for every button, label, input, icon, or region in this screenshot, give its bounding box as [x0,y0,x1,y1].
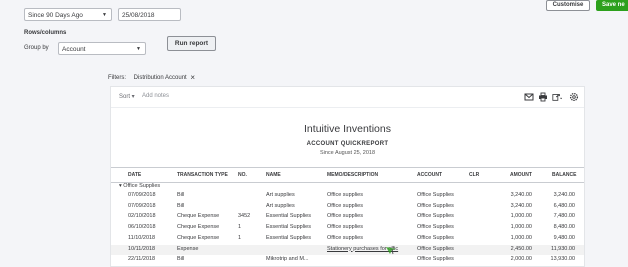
run-report-button[interactable]: Run report [167,36,216,51]
sort-dropdown[interactable]: Sort ▾ [119,93,135,100]
add-notes-link[interactable]: Add notes [142,93,169,99]
group-by-select[interactable]: Account ▼ [58,42,146,55]
settings-icon[interactable] [569,92,579,102]
col-account[interactable]: ACCOUNT [417,172,442,178]
report-period-select[interactable]: Since 90 Days Ago ▼ [24,8,112,21]
cell-date: 07/09/2018 [128,202,156,209]
cell-no: 3452 [238,213,251,220]
cell-memo[interactable]: Office supplies [327,213,363,219]
cell-amount: 1,000.00 [510,213,532,220]
export-icon[interactable] [552,92,562,102]
date-input[interactable]: 25/08/2018 [118,8,181,21]
table-row[interactable]: 11/10/2018 Cheque Expense 1 Essential Suppl… [111,234,584,244]
group-by-label: Group by [24,45,49,51]
cell-memo[interactable]: Office supplies [327,203,363,209]
cell-name: Mikrotrip and M... [266,256,309,263]
cell-balance: 7,480.00 [553,213,575,220]
cell-balance: 13,930.00 [550,256,575,263]
col-date[interactable]: DATE [128,172,141,178]
cell-date: 02/10/2018 [128,213,156,220]
table-row[interactable]: 22/11/2018 Bill Mikrotrip and M... Office S… [111,255,584,265]
company-name: Intuitive Inventions [304,123,391,135]
table-header: DATE TRANSACTION TYPE NO. NAME MEMO/DESC… [111,167,584,183]
cursor-icon [386,247,396,255]
cell-balance: 9,480.00 [553,234,575,241]
report-toolbar: Sort ▾ Add notes [111,87,584,108]
cell-name: Essential Supplies [266,213,311,220]
table-row[interactable]: 02/10/2018 Cheque Expense 3452 Essential Su… [111,212,584,222]
cell-date: 10/11/2018 [128,245,156,252]
cell-type[interactable]: Bill [177,203,184,209]
cell-name: Art supplies [266,202,295,209]
cell-type[interactable]: Expense [177,246,198,252]
cell-date: 11/10/2018 [128,234,156,241]
customise-button[interactable]: Customise [546,0,590,11]
cell-amount: 2,000.00 [510,256,532,263]
save-button[interactable]: Save ne [596,0,628,11]
filters-label: Filters: [108,75,126,81]
col-amount[interactable]: AMOUNT [510,172,532,178]
cell-name: Essential Supplies [266,224,311,231]
cell-amount: 1,000.00 [510,234,532,241]
col-clr[interactable]: CLR [469,172,479,178]
cell-account: Office Supplies [417,245,454,252]
cell-type[interactable]: Cheque Expense [177,235,219,241]
col-transaction-type[interactable]: TRANSACTION TYPE [177,172,228,178]
table-row[interactable]: 07/09/2018 Bill Art supplies Office supplie… [111,191,584,201]
cell-type[interactable]: Bill [177,192,184,198]
cell-account: Office Supplies [417,192,454,198]
table-row[interactable]: 07/09/2018 Bill Art supplies Office supplie… [111,202,584,212]
report-controls: Since 90 Days Ago ▼ 25/08/2018 Rows/colu… [0,0,628,60]
filters-bar: Filters: Distribution Account × [108,73,195,82]
cell-type[interactable]: Bill [177,256,184,262]
cell-no: 1 [238,224,242,231]
print-icon[interactable] [538,92,548,102]
cell-balance: 8,480.00 [553,224,575,231]
report-date-range: Since August 25, 2018 [319,150,376,156]
cell-date: 07/09/2018 [128,192,156,198]
cell-memo[interactable]: Office supplies [327,192,363,198]
cell-name: Essential Supplies [266,234,311,241]
col-memo[interactable]: MEMO/DESCRIPTION [327,172,378,178]
report-panel: Sort ▾ Add notes Intuitive Inventions AC… [110,86,585,267]
table-row[interactable]: 06/10/2018 Cheque Expense 1 Essential Suppl… [111,223,584,233]
cell-no: 1 [238,234,242,241]
group-office-supplies[interactable]: ▾ Office Supplies [119,183,160,189]
cell-name: Art supplies [266,192,295,198]
cell-amount: 3,240.00 [510,192,532,198]
group-by-value: Account [62,46,86,53]
col-balance[interactable]: BALANCE [552,172,576,178]
cell-account: Office Supplies [417,224,454,231]
email-icon[interactable] [524,92,534,102]
filter-chip-value: Distribution Account [133,75,187,81]
report-title: ACCOUNT QUICKREPORT [306,141,389,147]
cell-balance: 6,480.00 [553,202,575,209]
col-no[interactable]: NO. [238,172,247,178]
cell-amount: 2,450.00 [510,245,532,252]
chevron-down-icon: ▼ [102,12,107,18]
cell-date: 22/11/2018 [128,256,156,263]
cell-type[interactable]: Cheque Expense [177,213,219,219]
cell-type[interactable]: Cheque Expense [177,224,219,230]
cell-account: Office Supplies [417,256,454,263]
cell-balance: 3,240.00 [553,192,575,198]
rows-columns-label: Rows/columns [24,30,67,36]
cell-date: 06/10/2018 [128,224,156,231]
close-icon[interactable]: × [190,73,195,82]
chevron-down-icon: ▼ [136,46,141,52]
cell-balance: 11,930.00 [550,245,575,252]
cell-amount: 1,000.00 [510,224,532,231]
cell-account: Office Supplies [417,202,454,209]
date-value: 25/08/2018 [122,12,155,19]
cell-memo[interactable]: Office supplies [327,235,363,241]
cell-account: Office Supplies [417,234,454,241]
table-row[interactable]: 10/11/2018 Expense Stationery purchases fo… [111,244,584,255]
report-period-value: Since 90 Days Ago [28,12,83,19]
col-name[interactable]: NAME [266,172,281,178]
cell-memo[interactable]: Office supplies [327,224,363,230]
cell-amount: 3,240.00 [510,202,532,209]
cell-account: Office Supplies [417,213,454,220]
